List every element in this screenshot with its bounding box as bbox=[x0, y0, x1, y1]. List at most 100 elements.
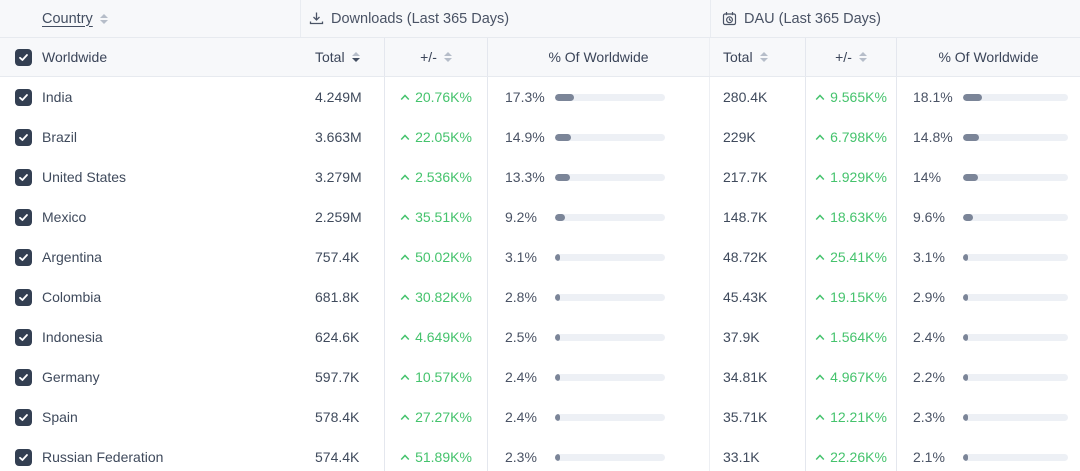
downloads-change-cell: 2.536K% bbox=[385, 157, 488, 197]
download-icon bbox=[309, 11, 324, 26]
row-checkbox[interactable] bbox=[15, 249, 32, 266]
dau-pct-fill bbox=[963, 414, 968, 421]
dau-pct-bar bbox=[963, 94, 1068, 101]
downloads-change-value: 50.02K% bbox=[415, 249, 472, 265]
downloads-pct-fill bbox=[555, 94, 574, 101]
dau-pct-cell: 3.1% bbox=[897, 237, 1080, 277]
table-body: India 4.249M 20.76K% 17.3% 280.4K 9.565K… bbox=[0, 77, 1080, 471]
trend-up-icon bbox=[815, 294, 825, 301]
row-checkbox-cell bbox=[0, 237, 42, 277]
row-checkbox-cell bbox=[0, 357, 42, 397]
row-checkbox-cell bbox=[0, 317, 42, 357]
dau-change-value: 9.565K% bbox=[830, 89, 887, 105]
downloads-change-value: 51.89K% bbox=[415, 449, 472, 465]
dau-pct-bar bbox=[963, 454, 1068, 461]
table-row[interactable]: United States 3.279M 2.536K% 13.3% 217.7… bbox=[0, 157, 1080, 197]
downloads-pct-text: 2.4% bbox=[505, 369, 555, 385]
table-row[interactable]: Russian Federation 574.4K 51.89K% 2.3% 3… bbox=[0, 437, 1080, 471]
downloads-total: 2.259M bbox=[300, 197, 385, 237]
table-row[interactable]: Brazil 3.663M 22.05K% 14.9% 229K 6.798K%… bbox=[0, 117, 1080, 157]
downloads-change-cell: 35.51K% bbox=[385, 197, 488, 237]
row-checkbox[interactable] bbox=[15, 409, 32, 426]
dau-pct-cell: 2.1% bbox=[897, 437, 1080, 471]
downloads-pct-text: 9.2% bbox=[505, 209, 555, 225]
trend-up-icon bbox=[815, 374, 825, 381]
dau-change-value: 1.564K% bbox=[830, 329, 887, 345]
trend-up-icon bbox=[400, 414, 410, 421]
downloads-change-cell: 27.27K% bbox=[385, 397, 488, 437]
downloads-pct-fill bbox=[555, 214, 565, 221]
trend-up-icon bbox=[400, 294, 410, 301]
dau-change-value: 18.63K% bbox=[830, 209, 887, 225]
sort-icon[interactable] bbox=[859, 52, 867, 62]
dau-pct-text: 3.1% bbox=[913, 249, 963, 265]
row-checkbox[interactable] bbox=[15, 89, 32, 106]
dau-pct-bar bbox=[963, 214, 1068, 221]
dau-change-cell: 22.26K% bbox=[806, 437, 897, 471]
select-all-checkbox[interactable] bbox=[15, 49, 32, 66]
downloads-pct-bar bbox=[555, 454, 665, 461]
downloads-pct-cell: 17.3% bbox=[488, 77, 710, 117]
downloads-pct-text: 2.3% bbox=[505, 449, 555, 465]
table-row[interactable]: Colombia 681.8K 30.82K% 2.8% 45.43K 19.1… bbox=[0, 277, 1080, 317]
downloads-pct-bar bbox=[555, 334, 665, 341]
dau-pct-text: 2.4% bbox=[913, 329, 963, 345]
table-row[interactable]: Argentina 757.4K 50.02K% 3.1% 48.72K 25.… bbox=[0, 237, 1080, 277]
row-checkbox[interactable] bbox=[15, 289, 32, 306]
worldwide-row: Worldwide Total +/- % Of Worldwide Total… bbox=[0, 38, 1080, 77]
sort-icon[interactable] bbox=[352, 52, 360, 62]
table-row[interactable]: Mexico 2.259M 35.51K% 9.2% 148.7K 18.63K… bbox=[0, 197, 1080, 237]
sort-icon[interactable] bbox=[760, 52, 768, 62]
row-checkbox[interactable] bbox=[15, 329, 32, 346]
downloads-change-header[interactable]: +/- bbox=[385, 38, 488, 76]
country-name: United States bbox=[42, 157, 300, 197]
downloads-pct-bar bbox=[555, 294, 665, 301]
dau-change-cell: 25.41K% bbox=[806, 237, 897, 277]
downloads-pct-text: 3.1% bbox=[505, 249, 555, 265]
country-column-header[interactable]: Country bbox=[0, 0, 300, 37]
downloads-total-header[interactable]: Total bbox=[300, 38, 385, 76]
trend-up-icon bbox=[400, 254, 410, 261]
dau-change-value: 6.798K% bbox=[830, 129, 887, 145]
table-row[interactable]: India 4.249M 20.76K% 17.3% 280.4K 9.565K… bbox=[0, 77, 1080, 117]
country-name: Indonesia bbox=[42, 317, 300, 357]
sort-icon[interactable] bbox=[444, 52, 452, 62]
country-name: Spain bbox=[42, 397, 300, 437]
dau-total-header[interactable]: Total bbox=[710, 38, 806, 76]
dau-pct-cell: 2.9% bbox=[897, 277, 1080, 317]
downloads-change-cell: 20.76K% bbox=[385, 77, 488, 117]
row-checkbox[interactable] bbox=[15, 369, 32, 386]
country-name: Mexico bbox=[42, 197, 300, 237]
downloads-pct-fill bbox=[555, 294, 560, 301]
dau-change-header[interactable]: +/- bbox=[806, 38, 897, 76]
row-checkbox[interactable] bbox=[15, 169, 32, 186]
dau-change-value: 22.26K% bbox=[830, 449, 887, 465]
dau-total: 34.81K bbox=[710, 357, 806, 397]
dau-pct-text: 18.1% bbox=[913, 89, 963, 105]
table-row[interactable]: Indonesia 624.6K 4.649K% 2.5% 37.9K 1.56… bbox=[0, 317, 1080, 357]
table-row[interactable]: Spain 578.4K 27.27K% 2.4% 35.71K 12.21K%… bbox=[0, 397, 1080, 437]
dau-total: 148.7K bbox=[710, 197, 806, 237]
row-checkbox[interactable] bbox=[15, 449, 32, 466]
trend-up-icon bbox=[815, 134, 825, 141]
trend-up-icon bbox=[400, 134, 410, 141]
downloads-total: 757.4K bbox=[300, 237, 385, 277]
downloads-pct-cell: 13.3% bbox=[488, 157, 710, 197]
dau-pct-cell: 18.1% bbox=[897, 77, 1080, 117]
downloads-total: 597.7K bbox=[300, 357, 385, 397]
downloads-change-value: 10.57K% bbox=[415, 369, 472, 385]
downloads-change-cell: 22.05K% bbox=[385, 117, 488, 157]
downloads-pct-cell: 2.4% bbox=[488, 397, 710, 437]
sort-icon[interactable] bbox=[100, 14, 108, 24]
row-checkbox[interactable] bbox=[15, 209, 32, 226]
country-header-label[interactable]: Country bbox=[42, 11, 93, 27]
downloads-pct-bar bbox=[555, 174, 665, 181]
trend-up-icon bbox=[400, 94, 410, 101]
trend-up-icon bbox=[400, 174, 410, 181]
downloads-pct-bar bbox=[555, 214, 665, 221]
table-row[interactable]: Germany 597.7K 10.57K% 2.4% 34.81K 4.967… bbox=[0, 357, 1080, 397]
dau-pct-bar bbox=[963, 414, 1068, 421]
row-checkbox[interactable] bbox=[15, 129, 32, 146]
downloads-change-value: 2.536K% bbox=[415, 169, 472, 185]
downloads-header-label: Downloads (Last 365 Days) bbox=[331, 11, 509, 27]
